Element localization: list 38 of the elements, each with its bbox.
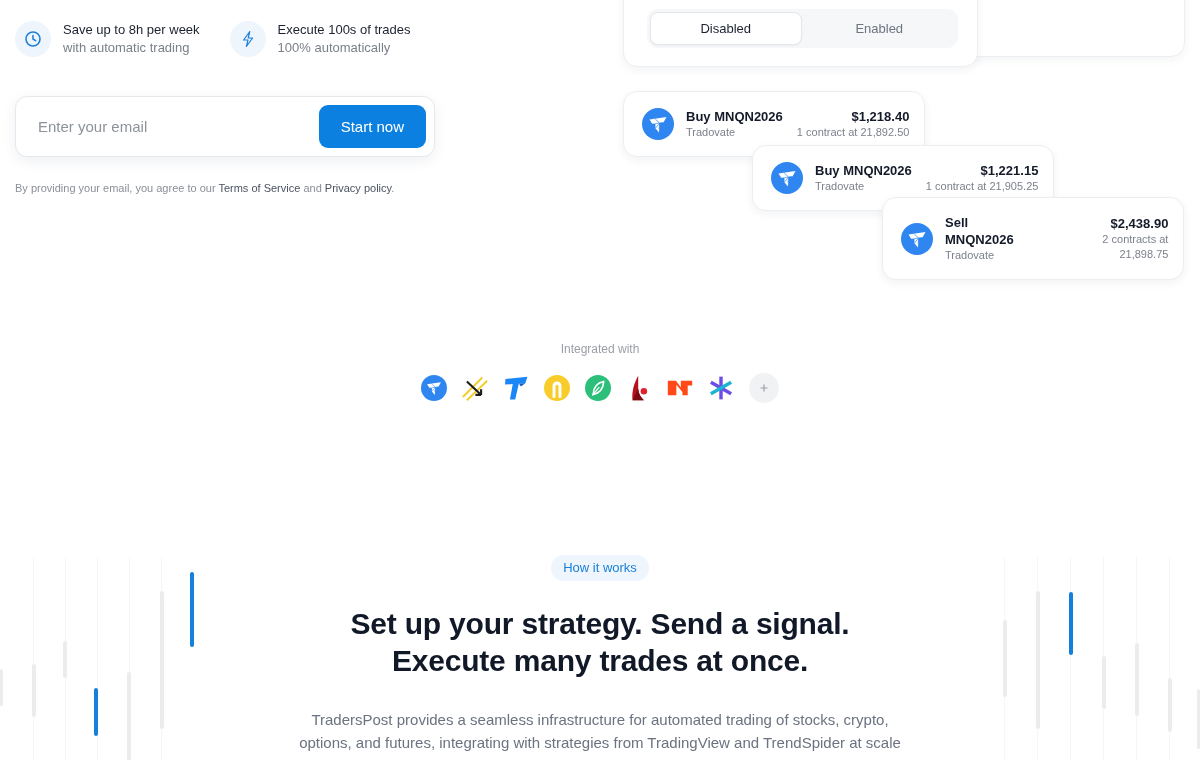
terms-link[interactable]: Terms of Service: [218, 182, 301, 194]
toggle-option[interactable]: Enabled: [803, 12, 955, 45]
trade-detail: 2 contracts at 21,898.75: [1101, 232, 1169, 262]
asterisk-logo-icon: [708, 375, 734, 401]
feature-subtitle: 100% automatically: [277, 39, 392, 57]
consent-text: By providing your email, you agree to our Terms of Service and Privacy policy.: [15, 181, 396, 196]
trade-amount: $1,221.15: [979, 162, 1039, 179]
section-description: TradersPost provides a seamless infrastructure for automated trading of stocks, crypto, options, and futures, integrating with strategies from TradingView and TrendSpider at scale: [298, 710, 902, 753]
toggle-option[interactable]: Disabled: [650, 12, 802, 45]
trade-amount: $1,218.40: [850, 108, 910, 125]
slanted-t-logo-icon: [503, 375, 529, 401]
trade-detail: 1 contract at 21,892.50: [796, 125, 910, 140]
arch-logo-icon: [544, 375, 570, 401]
broker-name: Tradovate: [686, 125, 737, 140]
start-button[interactable]: Start now: [318, 105, 426, 148]
clock-icon: [15, 21, 51, 57]
feature-subtitle: with automatic trading: [63, 39, 191, 57]
lightning-icon: [229, 21, 266, 57]
feather-logo-icon: [585, 375, 611, 401]
trade-detail: 1 contract at 21,905.25: [925, 179, 1039, 194]
crossed-stripes-logo-icon: [462, 375, 488, 401]
trade-title: Buy MNQN2026: [686, 108, 783, 125]
trade-amount: $2,438.90: [1109, 215, 1169, 232]
t-shape-logo-icon: [771, 162, 803, 194]
plus-icon[interactable]: [749, 373, 779, 403]
t-shape-logo-icon: [901, 222, 933, 255]
feature-title: Save up to 8h per week: [63, 21, 200, 39]
section-heading: Set up your strategy. Send a signal. Execute many trades at once.: [349, 606, 851, 679]
broker-name: Tradovate: [945, 248, 996, 263]
trade-title: Sell MNQN2026: [945, 214, 1015, 248]
trade-title: Buy MNQN2026: [815, 162, 912, 179]
broker-name: Tradovate: [815, 179, 866, 194]
t-shape-logo-icon: [642, 108, 674, 140]
t-shape-logo-icon: [421, 375, 447, 401]
email-field[interactable]: Enter your email: [38, 114, 288, 139]
feature-title: Execute 100s of trades: [277, 21, 411, 39]
integrations-label: Integrated with: [560, 342, 640, 356]
section-tag: How it works: [551, 555, 649, 581]
